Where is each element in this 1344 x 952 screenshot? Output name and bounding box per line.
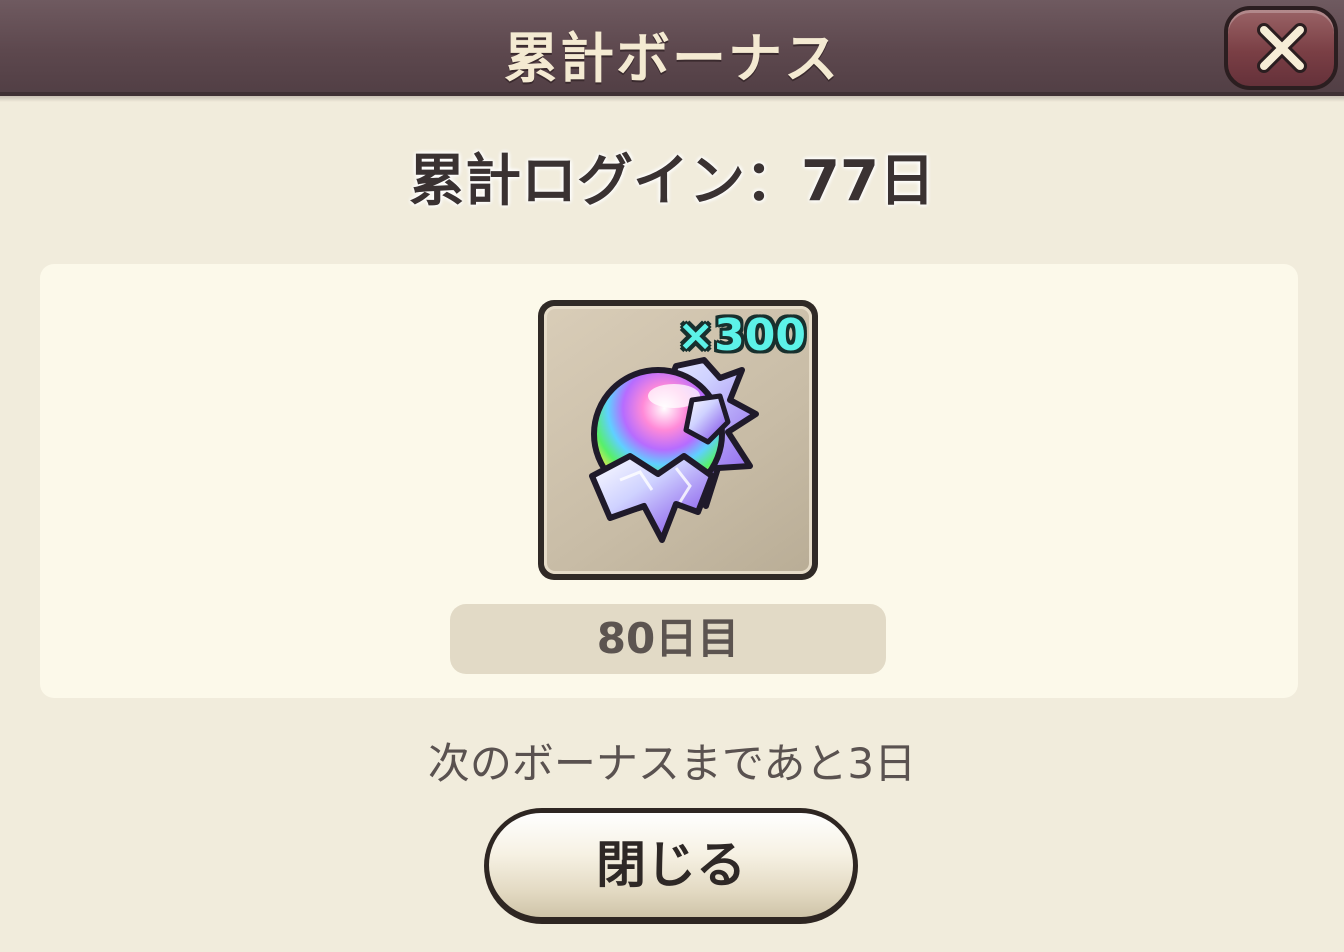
- cumulative-login-count: 累計ログイン：77日: [409, 149, 935, 214]
- close-button-label: 閉じる: [489, 813, 853, 917]
- reward-quantity: ×300: [677, 310, 806, 361]
- reward-day-badge: 80日目: [450, 604, 886, 674]
- reward-panel: ×300 80日目: [40, 264, 1298, 698]
- close-x-button[interactable]: [1224, 6, 1338, 90]
- close-x-icon: [1257, 23, 1307, 73]
- dialog-titlebar: 累計ボーナス: [0, 0, 1344, 102]
- rainbow-crystal-orb-icon: [589, 357, 759, 543]
- dialog-title: 累計ボーナス: [504, 27, 840, 90]
- reward-item-frame: ×300: [538, 300, 818, 580]
- cumulative-bonus-dialog: 累計ボーナス 累計ログイン：77日 ×300 80日目 次のボーナスまであと3日…: [0, 0, 1344, 952]
- next-bonus-text: 次のボーナスまであと3日: [427, 739, 917, 788]
- close-button[interactable]: 閉じる: [484, 808, 858, 924]
